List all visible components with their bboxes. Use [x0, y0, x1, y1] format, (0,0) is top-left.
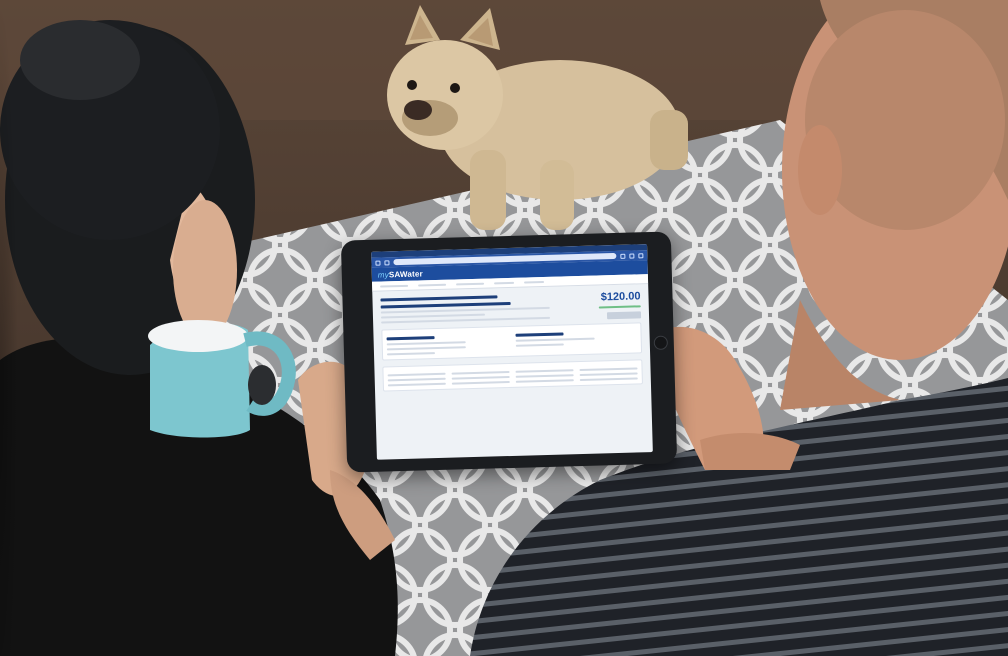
nav-tab[interactable]: [418, 283, 447, 287]
tabs-icon[interactable]: [638, 252, 644, 258]
pay-button[interactable]: [606, 311, 642, 320]
account-content: $120.00: [372, 284, 651, 396]
nav-tab[interactable]: [456, 282, 485, 285]
brand-name: SAWater: [388, 268, 423, 279]
nav-tab[interactable]: [380, 284, 409, 288]
balance-amount: $120.00: [600, 290, 641, 304]
add-tab-icon[interactable]: [629, 252, 635, 259]
brand-logo[interactable]: mySAWater: [378, 269, 423, 279]
photo-scene: mySAWater $120.00: [0, 0, 1008, 656]
balance-box: $120.00: [580, 290, 642, 320]
pay-link[interactable]: [598, 305, 641, 309]
share-icon[interactable]: [620, 253, 626, 259]
nav-tab[interactable]: [494, 281, 515, 284]
payments-section: [381, 322, 643, 361]
account-heading: [380, 295, 498, 302]
book-icon[interactable]: [384, 259, 390, 265]
nav-tab[interactable]: [524, 280, 545, 284]
back-icon[interactable]: [375, 260, 381, 266]
usage-section: [382, 359, 643, 392]
brand-prefix: my: [377, 269, 389, 280]
tablet-device: mySAWater $120.00: [340, 231, 678, 473]
tablet-screen: mySAWater $120.00: [371, 244, 653, 460]
